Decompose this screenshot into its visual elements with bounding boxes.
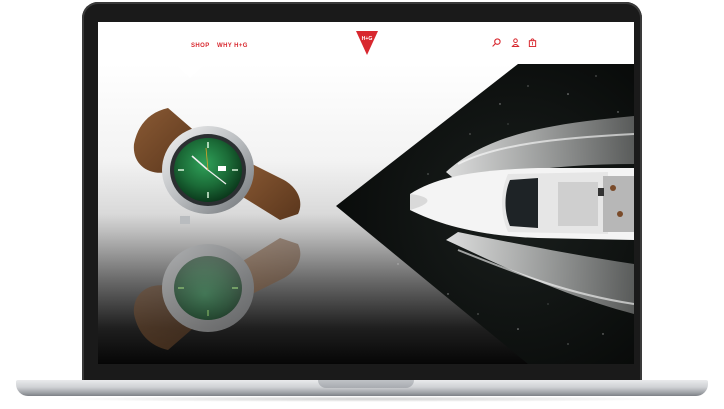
watch-image <box>133 108 301 350</box>
shopping-bag-icon[interactable] <box>528 38 537 47</box>
nav-why-link[interactable]: WHY H+G <box>217 43 248 49</box>
browser-screen: SHOP WHY H+G H+G <box>98 22 634 364</box>
nav-shop-link[interactable]: SHOP <box>191 43 210 49</box>
brand-logo[interactable]: H+G <box>356 31 378 55</box>
laptop-shadow <box>40 396 684 402</box>
hero-banner <box>98 64 634 364</box>
laptop-base-notch <box>318 380 414 388</box>
user-icon[interactable] <box>511 38 520 47</box>
logo-text: H+G <box>362 36 373 42</box>
site-header: SHOP WHY H+G H+G <box>98 22 634 64</box>
search-icon[interactable] <box>492 38 501 47</box>
